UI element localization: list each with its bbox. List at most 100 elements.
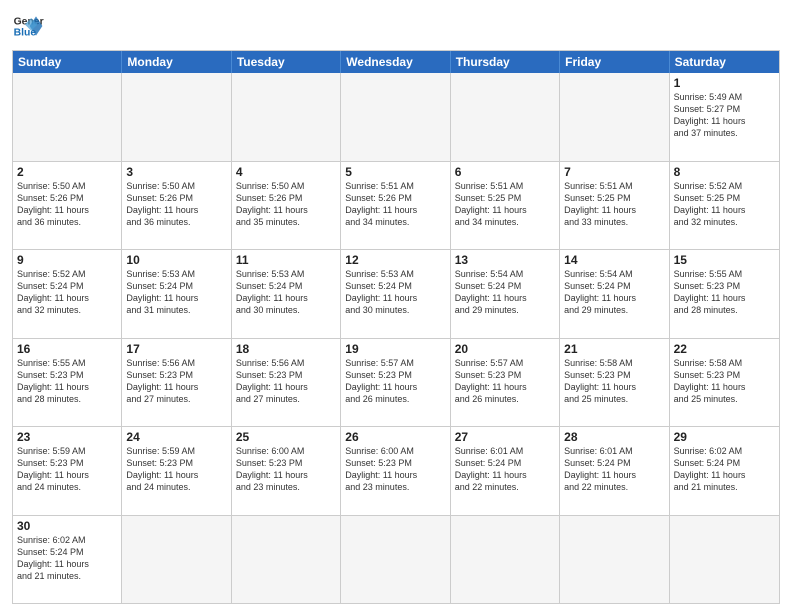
- day-info: Sunrise: 5:55 AM Sunset: 5:23 PM Dayligh…: [674, 268, 775, 317]
- day-info: Sunrise: 5:54 AM Sunset: 5:24 PM Dayligh…: [564, 268, 664, 317]
- day-number: 2: [17, 165, 117, 179]
- calendar-header: SundayMondayTuesdayWednesdayThursdayFrid…: [13, 51, 779, 73]
- page: General Blue SundayMondayTuesdayWednesda…: [0, 0, 792, 612]
- day-cell-30: 30Sunrise: 6:02 AM Sunset: 5:24 PM Dayli…: [13, 516, 122, 604]
- day-cell-17: 17Sunrise: 5:56 AM Sunset: 5:23 PM Dayli…: [122, 339, 231, 427]
- header: General Blue: [12, 10, 780, 42]
- calendar-body: 1Sunrise: 5:49 AM Sunset: 5:27 PM Daylig…: [13, 73, 779, 603]
- empty-cell: [122, 516, 231, 604]
- day-info: Sunrise: 5:57 AM Sunset: 5:23 PM Dayligh…: [345, 357, 445, 406]
- weekday-header-sunday: Sunday: [13, 51, 122, 73]
- day-cell-24: 24Sunrise: 5:59 AM Sunset: 5:23 PM Dayli…: [122, 427, 231, 515]
- day-info: Sunrise: 5:53 AM Sunset: 5:24 PM Dayligh…: [236, 268, 336, 317]
- day-cell-9: 9Sunrise: 5:52 AM Sunset: 5:24 PM Daylig…: [13, 250, 122, 338]
- day-cell-25: 25Sunrise: 6:00 AM Sunset: 5:23 PM Dayli…: [232, 427, 341, 515]
- empty-cell: [232, 516, 341, 604]
- empty-cell: [341, 516, 450, 604]
- day-cell-1: 1Sunrise: 5:49 AM Sunset: 5:27 PM Daylig…: [670, 73, 779, 161]
- day-number: 18: [236, 342, 336, 356]
- weekday-header-wednesday: Wednesday: [341, 51, 450, 73]
- weekday-header-thursday: Thursday: [451, 51, 560, 73]
- day-info: Sunrise: 6:01 AM Sunset: 5:24 PM Dayligh…: [455, 445, 555, 494]
- day-number: 21: [564, 342, 664, 356]
- weekday-header-friday: Friday: [560, 51, 669, 73]
- day-number: 8: [674, 165, 775, 179]
- weekday-header-tuesday: Tuesday: [232, 51, 341, 73]
- day-cell-23: 23Sunrise: 5:59 AM Sunset: 5:23 PM Dayli…: [13, 427, 122, 515]
- day-cell-2: 2Sunrise: 5:50 AM Sunset: 5:26 PM Daylig…: [13, 162, 122, 250]
- day-cell-11: 11Sunrise: 5:53 AM Sunset: 5:24 PM Dayli…: [232, 250, 341, 338]
- day-cell-21: 21Sunrise: 5:58 AM Sunset: 5:23 PM Dayli…: [560, 339, 669, 427]
- day-cell-27: 27Sunrise: 6:01 AM Sunset: 5:24 PM Dayli…: [451, 427, 560, 515]
- calendar-row-2: 9Sunrise: 5:52 AM Sunset: 5:24 PM Daylig…: [13, 249, 779, 338]
- empty-cell: [451, 73, 560, 161]
- day-info: Sunrise: 5:50 AM Sunset: 5:26 PM Dayligh…: [126, 180, 226, 229]
- day-number: 11: [236, 253, 336, 267]
- day-info: Sunrise: 5:59 AM Sunset: 5:23 PM Dayligh…: [17, 445, 117, 494]
- calendar-row-4: 23Sunrise: 5:59 AM Sunset: 5:23 PM Dayli…: [13, 426, 779, 515]
- day-number: 14: [564, 253, 664, 267]
- day-info: Sunrise: 5:57 AM Sunset: 5:23 PM Dayligh…: [455, 357, 555, 406]
- day-cell-28: 28Sunrise: 6:01 AM Sunset: 5:24 PM Dayli…: [560, 427, 669, 515]
- day-info: Sunrise: 5:50 AM Sunset: 5:26 PM Dayligh…: [17, 180, 117, 229]
- empty-cell: [341, 73, 450, 161]
- calendar-row-3: 16Sunrise: 5:55 AM Sunset: 5:23 PM Dayli…: [13, 338, 779, 427]
- day-info: Sunrise: 5:51 AM Sunset: 5:26 PM Dayligh…: [345, 180, 445, 229]
- day-number: 17: [126, 342, 226, 356]
- day-number: 25: [236, 430, 336, 444]
- empty-cell: [670, 516, 779, 604]
- day-number: 27: [455, 430, 555, 444]
- empty-cell: [232, 73, 341, 161]
- day-info: Sunrise: 5:56 AM Sunset: 5:23 PM Dayligh…: [126, 357, 226, 406]
- day-number: 23: [17, 430, 117, 444]
- empty-cell: [451, 516, 560, 604]
- day-number: 30: [17, 519, 117, 533]
- calendar-row-1: 2Sunrise: 5:50 AM Sunset: 5:26 PM Daylig…: [13, 161, 779, 250]
- day-info: Sunrise: 5:49 AM Sunset: 5:27 PM Dayligh…: [674, 91, 775, 140]
- day-cell-12: 12Sunrise: 5:53 AM Sunset: 5:24 PM Dayli…: [341, 250, 450, 338]
- day-info: Sunrise: 6:02 AM Sunset: 5:24 PM Dayligh…: [17, 534, 117, 583]
- day-number: 13: [455, 253, 555, 267]
- weekday-header-monday: Monday: [122, 51, 231, 73]
- day-cell-14: 14Sunrise: 5:54 AM Sunset: 5:24 PM Dayli…: [560, 250, 669, 338]
- day-cell-29: 29Sunrise: 6:02 AM Sunset: 5:24 PM Dayli…: [670, 427, 779, 515]
- day-info: Sunrise: 5:54 AM Sunset: 5:24 PM Dayligh…: [455, 268, 555, 317]
- day-cell-5: 5Sunrise: 5:51 AM Sunset: 5:26 PM Daylig…: [341, 162, 450, 250]
- day-number: 26: [345, 430, 445, 444]
- day-info: Sunrise: 6:02 AM Sunset: 5:24 PM Dayligh…: [674, 445, 775, 494]
- day-info: Sunrise: 5:58 AM Sunset: 5:23 PM Dayligh…: [564, 357, 664, 406]
- day-number: 5: [345, 165, 445, 179]
- day-cell-13: 13Sunrise: 5:54 AM Sunset: 5:24 PM Dayli…: [451, 250, 560, 338]
- day-info: Sunrise: 5:51 AM Sunset: 5:25 PM Dayligh…: [564, 180, 664, 229]
- day-number: 16: [17, 342, 117, 356]
- empty-cell: [13, 73, 122, 161]
- empty-cell: [560, 73, 669, 161]
- day-cell-6: 6Sunrise: 5:51 AM Sunset: 5:25 PM Daylig…: [451, 162, 560, 250]
- day-info: Sunrise: 5:53 AM Sunset: 5:24 PM Dayligh…: [345, 268, 445, 317]
- day-info: Sunrise: 6:00 AM Sunset: 5:23 PM Dayligh…: [345, 445, 445, 494]
- day-cell-19: 19Sunrise: 5:57 AM Sunset: 5:23 PM Dayli…: [341, 339, 450, 427]
- day-number: 3: [126, 165, 226, 179]
- day-cell-16: 16Sunrise: 5:55 AM Sunset: 5:23 PM Dayli…: [13, 339, 122, 427]
- day-info: Sunrise: 5:55 AM Sunset: 5:23 PM Dayligh…: [17, 357, 117, 406]
- day-number: 20: [455, 342, 555, 356]
- day-number: 7: [564, 165, 664, 179]
- day-info: Sunrise: 6:00 AM Sunset: 5:23 PM Dayligh…: [236, 445, 336, 494]
- day-info: Sunrise: 5:53 AM Sunset: 5:24 PM Dayligh…: [126, 268, 226, 317]
- calendar-row-0: 1Sunrise: 5:49 AM Sunset: 5:27 PM Daylig…: [13, 73, 779, 161]
- day-info: Sunrise: 5:59 AM Sunset: 5:23 PM Dayligh…: [126, 445, 226, 494]
- day-number: 1: [674, 76, 775, 90]
- day-info: Sunrise: 5:50 AM Sunset: 5:26 PM Dayligh…: [236, 180, 336, 229]
- day-number: 29: [674, 430, 775, 444]
- day-cell-3: 3Sunrise: 5:50 AM Sunset: 5:26 PM Daylig…: [122, 162, 231, 250]
- day-cell-4: 4Sunrise: 5:50 AM Sunset: 5:26 PM Daylig…: [232, 162, 341, 250]
- day-number: 12: [345, 253, 445, 267]
- day-number: 10: [126, 253, 226, 267]
- day-cell-15: 15Sunrise: 5:55 AM Sunset: 5:23 PM Dayli…: [670, 250, 779, 338]
- weekday-header-saturday: Saturday: [670, 51, 779, 73]
- day-number: 19: [345, 342, 445, 356]
- day-info: Sunrise: 5:52 AM Sunset: 5:24 PM Dayligh…: [17, 268, 117, 317]
- day-number: 15: [674, 253, 775, 267]
- day-info: Sunrise: 5:52 AM Sunset: 5:25 PM Dayligh…: [674, 180, 775, 229]
- day-cell-10: 10Sunrise: 5:53 AM Sunset: 5:24 PM Dayli…: [122, 250, 231, 338]
